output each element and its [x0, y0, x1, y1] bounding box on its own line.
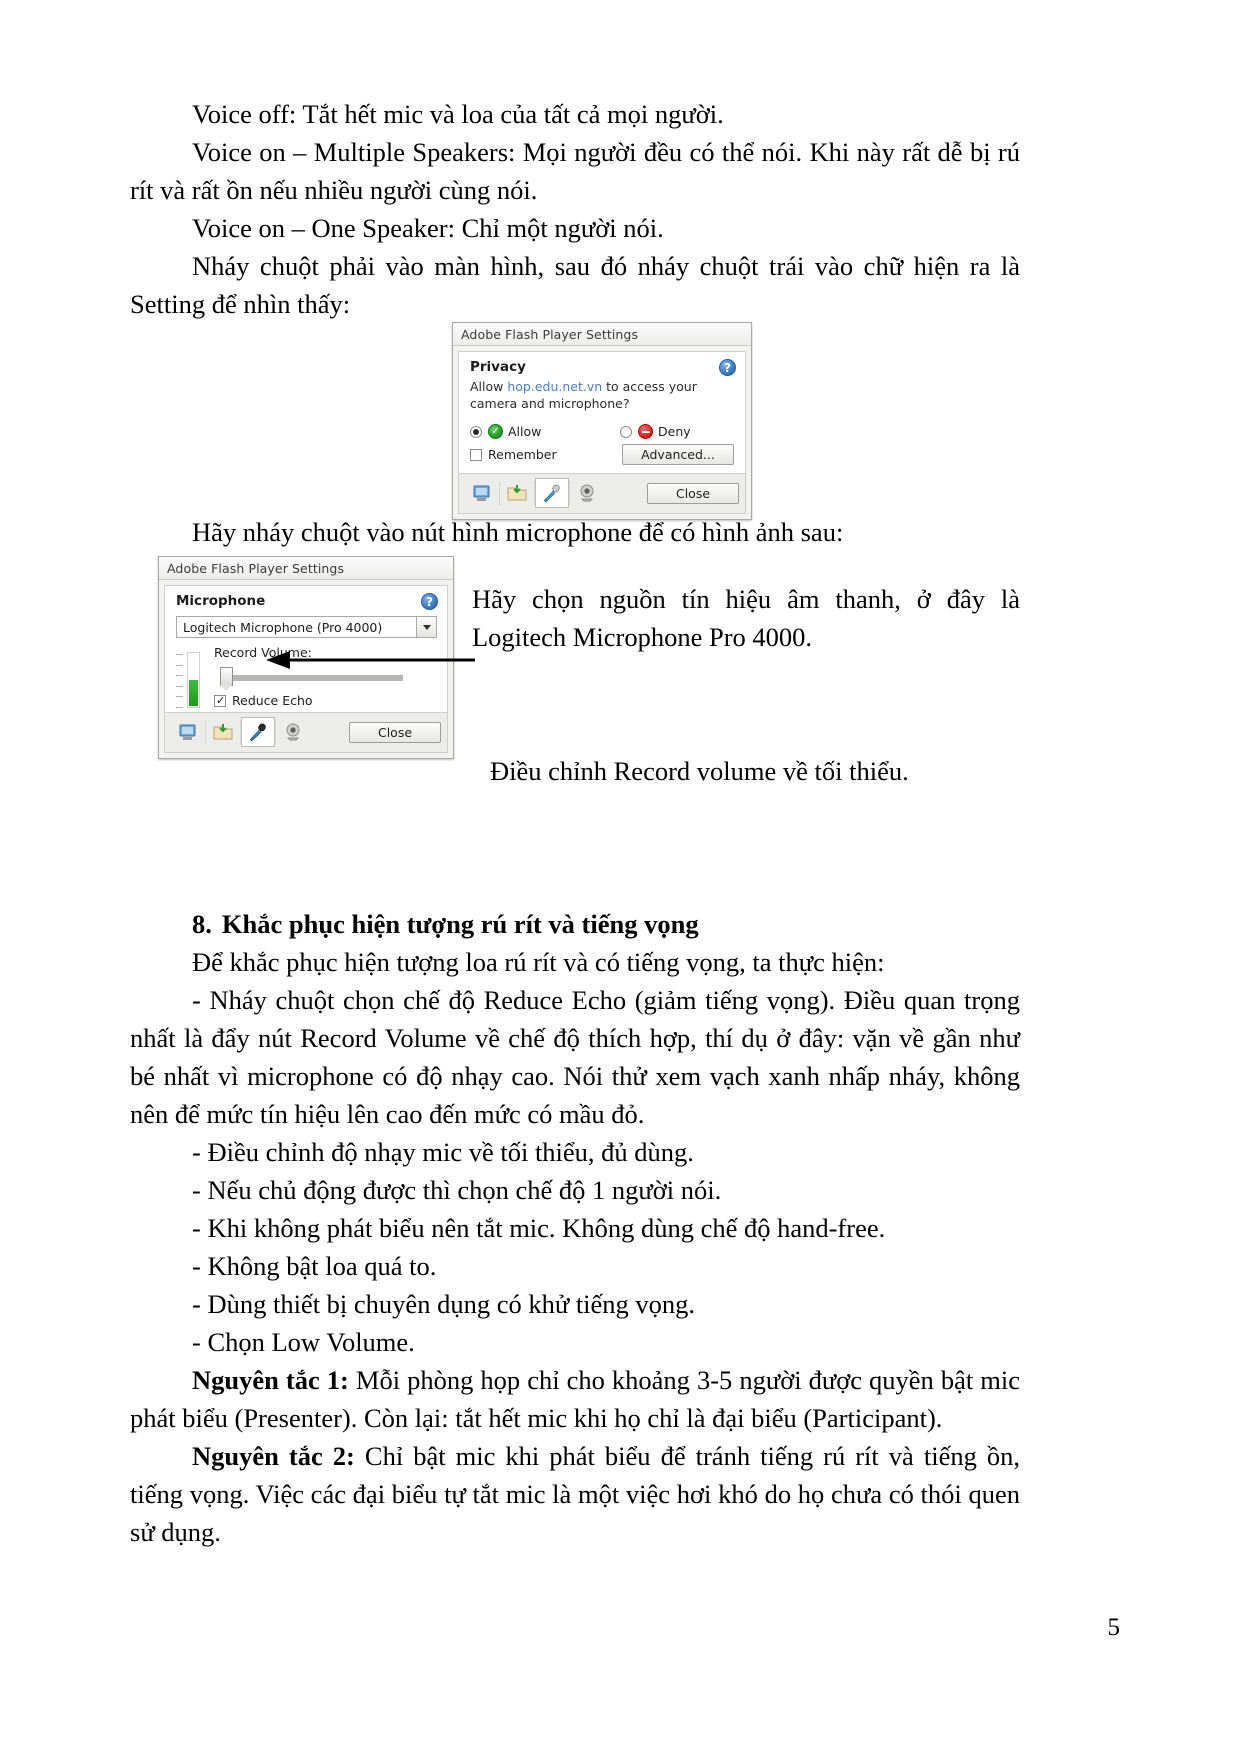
bullet-one-speaker: - Nếu chủ động được thì chọn chế độ 1 ng… [192, 1175, 722, 1205]
advanced-button[interactable]: Advanced... [622, 444, 734, 465]
deny-radio-option[interactable]: Deny [620, 424, 691, 439]
rule-2: Nguyên tắc 2: Chỉ bật mic khi phát biểu … [130, 1437, 1020, 1551]
paragraph-voice-off: Voice off: Tắt hết mic và loa của tất cả… [192, 99, 724, 129]
camera-icon[interactable] [276, 717, 310, 747]
microphone-device-value: Logitech Microphone (Pro 4000) [183, 620, 383, 635]
site-domain-link[interactable]: hop.edu.net.vn [507, 379, 602, 394]
question-prefix: Allow [470, 379, 508, 394]
bullet-low-volume: - Chọn Low Volume. [192, 1327, 415, 1357]
allow-label: Allow [508, 424, 542, 439]
slider-track[interactable] [232, 675, 403, 681]
privacy-question: Allow hop.edu.net.vn to access your came… [459, 378, 745, 412]
bullet-mute-mic: - Khi không phát biểu nên tắt mic. Không… [192, 1213, 886, 1243]
side-note-2: Điều chỉnh Record volume về tối thiểu. [490, 756, 909, 786]
section-8-intro: Để khắc phục hiện tượng loa rú rít và có… [192, 947, 885, 977]
chevron-down-icon[interactable] [416, 617, 436, 637]
privacy-heading: Privacy [470, 359, 526, 375]
microphone-dialog-titlebar: Adobe Flash Player Settings [159, 557, 453, 580]
allow-check-badge-icon: ✓ [488, 424, 503, 439]
notification-icon[interactable] [465, 478, 499, 508]
allow-radio-button[interactable] [470, 425, 482, 438]
privacy-dialog-titlebar: Adobe Flash Player Settings [453, 323, 751, 346]
record-volume-pointer-arrow [266, 651, 475, 669]
help-icon[interactable]: ? [421, 593, 438, 610]
section-8-heading: 8. Khắc phục hiện tượng rú rít và tiếng v… [130, 905, 1020, 943]
help-icon[interactable]: ? [719, 359, 736, 376]
document-page: Voice off: Tắt hết mic và loa của tất cả… [0, 0, 1240, 1754]
section-number: 8. [192, 909, 212, 939]
allow-radio-option[interactable]: ✓ Allow [470, 424, 620, 439]
meter-ticks [176, 652, 187, 708]
privacy-close-button[interactable]: Close [647, 482, 739, 504]
microphone-heading: Microphone [176, 593, 266, 609]
bullet-mic-sensitivity: - Điều chỉnh độ nhạy mic về tối thiểu, đ… [192, 1137, 694, 1167]
bullet-speaker-volume: - Không bật loa quá to. [192, 1251, 437, 1281]
local-storage-icon[interactable] [500, 478, 534, 508]
privacy-remember-row: Remember Advanced... [459, 441, 745, 473]
caption-microphone-button: Hãy nháy chuột vào nút hình microphone đ… [192, 517, 844, 547]
meter-fill [189, 680, 198, 706]
slider-thumb[interactable] [220, 667, 233, 691]
microphone-icon[interactable] [535, 478, 569, 508]
section-8-block: 8. Khắc phục hiện tượng rú rít và tiếng v… [130, 905, 1020, 1551]
reduce-echo-checkbox[interactable] [214, 694, 226, 707]
page-number: 5 [1107, 1614, 1121, 1641]
microphone-close-button[interactable]: Close [349, 721, 441, 743]
deny-label: Deny [658, 424, 691, 439]
privacy-dialog-body: ? Privacy Allow hop.edu.net.vn to access… [458, 351, 746, 473]
microphone-icon[interactable] [241, 717, 275, 747]
privacy-choices-row: ✓ Allow Deny [459, 412, 745, 441]
rule-1: Nguyên tắc 1: Mỗi phòng họp chỉ cho khoả… [130, 1361, 1020, 1437]
microphone-device-select[interactable]: Logitech Microphone (Pro 4000) [176, 616, 437, 638]
intro-text-block: Voice off: Tắt hết mic và loa của tất cả… [130, 95, 1020, 323]
microphone-dialog-toolbar: Close [164, 712, 448, 753]
side-note-1: Hãy chọn nguồn tín hiệu âm thanh, ở đây … [472, 584, 1020, 652]
meter-bar [187, 652, 200, 708]
rule-1-label: Nguyên tắc 1: [192, 1365, 349, 1395]
paragraph-voice-on-multiple: Voice on – Multiple Speakers: Mọi người … [130, 137, 1020, 205]
rule-2-label: Nguyên tắc 2: [192, 1441, 355, 1471]
privacy-dialog-toolbar: Close [458, 473, 746, 514]
deny-block-badge-icon [638, 424, 653, 439]
bullet-echo-device: - Dùng thiết bị chuyên dụng có khử tiếng… [192, 1289, 696, 1319]
remember-checkbox[interactable] [470, 448, 482, 461]
reduce-echo-label: Reduce Echo [232, 693, 313, 708]
microphone-dialog-title: Adobe Flash Player Settings [167, 560, 345, 576]
flash-privacy-settings-dialog[interactable]: Adobe Flash Player Settings ? Privacy Al… [452, 322, 752, 520]
bullet-reduce-echo: - Nháy chuột chọn chế độ Reduce Echo (gi… [130, 985, 1020, 1129]
privacy-dialog-title: Adobe Flash Player Settings [461, 326, 639, 342]
input-level-meter [176, 645, 206, 708]
section-title: Khắc phục hiện tượng rú rít và tiếng vọn… [221, 909, 699, 939]
paragraph-setting-instruction: Nháy chuột phải vào màn hình, sau đó nhá… [130, 251, 1020, 319]
deny-radio-button[interactable] [620, 425, 632, 438]
paragraph-voice-on-one: Voice on – One Speaker: Chỉ một người nó… [192, 213, 664, 243]
notification-icon[interactable] [171, 717, 205, 747]
remember-label: Remember [488, 447, 557, 462]
reduce-echo-row[interactable]: Reduce Echo [214, 693, 437, 708]
local-storage-icon[interactable] [206, 717, 240, 747]
camera-icon[interactable] [570, 478, 604, 508]
